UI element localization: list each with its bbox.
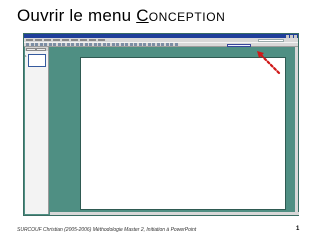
toolbar-icon <box>75 43 79 46</box>
toolbar-icon <box>84 43 88 46</box>
red-dotted-arrow-icon <box>257 51 281 75</box>
menu-item <box>62 39 69 41</box>
toolbar-icon <box>152 43 155 46</box>
toolbar-icon <box>138 43 142 46</box>
menu-item <box>35 39 42 41</box>
toolbar <box>24 42 298 47</box>
menu-item <box>80 39 87 41</box>
toolbar-icon <box>35 43 38 46</box>
toolbar-icon <box>26 43 29 46</box>
slide-title-small-caps: ONCEPTION <box>148 10 226 24</box>
toolbar-icon <box>66 43 70 46</box>
toolbar-icon <box>102 43 106 46</box>
toolbar-icon <box>89 43 92 46</box>
toolbar-icon <box>125 43 128 46</box>
menu-item <box>53 39 60 41</box>
slide-title: Ouvrir le menu CONCEPTION <box>17 6 225 26</box>
toolbar-icon <box>134 43 137 46</box>
toolbar-icon <box>120 43 124 46</box>
toolbar-icon <box>30 43 34 46</box>
toolbar-icon <box>93 43 97 46</box>
toolbar-icon <box>71 43 74 46</box>
slide-thumbnail[interactable] <box>28 54 46 67</box>
toolbar-icon <box>44 43 47 46</box>
toolbar-icon <box>53 43 56 46</box>
toolbar-icon <box>80 43 83 46</box>
toolbar-icon <box>111 43 115 46</box>
thumbnail-number: 1 <box>25 54 27 58</box>
horizontal-scrollbar[interactable] <box>50 212 299 215</box>
toolbar-icon <box>116 43 119 46</box>
panel-tabs <box>25 47 48 51</box>
toolbar-icon <box>48 43 52 46</box>
menu-item <box>71 39 78 41</box>
menu-item <box>26 39 33 41</box>
menu-item <box>89 39 96 41</box>
toolbar-icon <box>161 43 164 46</box>
slide-title-underlined-letter: C <box>136 6 149 25</box>
toolbar-icon <box>174 43 178 46</box>
toolbar-icon <box>147 43 151 46</box>
slide-canvas[interactable] <box>80 57 286 210</box>
slides-panel: 1 <box>25 47 49 214</box>
toolbar-icon <box>170 43 173 46</box>
toolbar-icon <box>62 43 65 46</box>
tab-slides[interactable] <box>36 47 46 51</box>
toolbar-icon <box>57 43 61 46</box>
menu-item <box>98 39 105 41</box>
menu-item <box>44 39 51 41</box>
toolbar-icon <box>98 43 101 46</box>
toolbar-icon <box>156 43 160 46</box>
toolbar-icon <box>129 43 133 46</box>
toolbar-icon <box>165 43 169 46</box>
page-number: 1 <box>296 226 300 232</box>
conception-button[interactable] <box>227 43 251 47</box>
tab-outline[interactable] <box>26 47 36 51</box>
toolbar-icon <box>39 43 43 46</box>
footer-text: SURCOUF Christian (2005-2006) Méthodolog… <box>17 227 197 233</box>
slide-title-prefix: Ouvrir le menu <box>17 6 137 25</box>
vertical-scrollbar[interactable] <box>295 47 298 212</box>
toolbar-icon <box>107 43 110 46</box>
toolbar-icon <box>143 43 146 46</box>
